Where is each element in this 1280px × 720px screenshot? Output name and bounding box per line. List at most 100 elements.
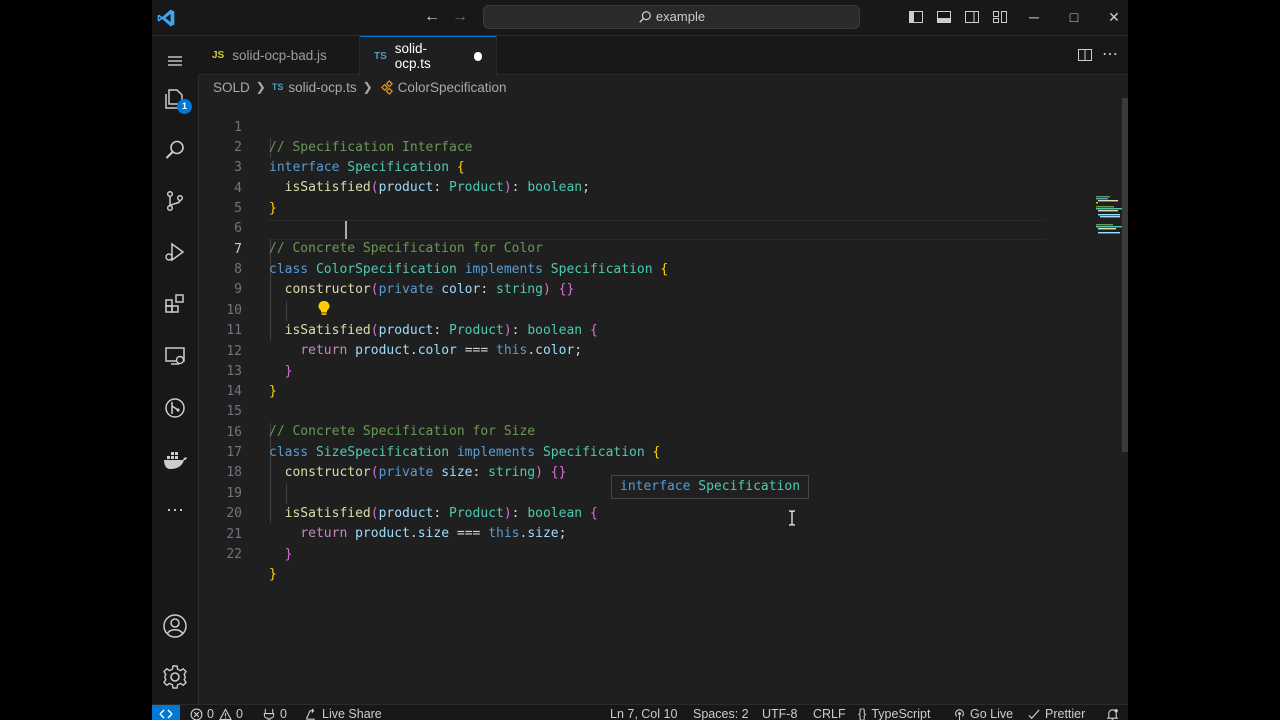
go-live-button[interactable]: Go Live bbox=[953, 706, 1013, 720]
cursor-position[interactable]: Ln 7, Col 10 bbox=[610, 706, 677, 720]
accounts-icon[interactable] bbox=[159, 610, 191, 642]
code-line: 15 // Concrete Specification for Size bbox=[198, 382, 1048, 439]
code-line: 4 } bbox=[198, 159, 1048, 216]
live-share-button[interactable]: Live Share bbox=[304, 706, 382, 720]
code-line: 5 bbox=[198, 179, 1048, 216]
text-cursor-ibeam-icon bbox=[789, 510, 795, 526]
code-line: 3 isSatisfied(product: Product): boolean… bbox=[198, 138, 1048, 195]
code-line: 22 } bbox=[198, 525, 1048, 582]
explorer-badge: 1 bbox=[177, 99, 192, 114]
chevron-right-icon: ❯ bbox=[255, 80, 266, 94]
settings-gear-icon[interactable] bbox=[159, 661, 191, 693]
tab-solid-ocp-bad-js[interactable]: JS solid-ocp-bad.js bbox=[198, 36, 360, 74]
editor-tab-bar: JS solid-ocp-bad.js TS solid-ocp.ts ⋯ bbox=[198, 36, 1128, 75]
maximize-icon[interactable]: □ bbox=[1064, 7, 1084, 27]
broadcast-icon bbox=[955, 708, 964, 720]
forward-arrow-icon[interactable]: → bbox=[451, 8, 469, 26]
typescript-file-icon: TS bbox=[374, 50, 387, 62]
split-editor-icon[interactable] bbox=[1077, 47, 1093, 63]
close-window-icon[interactable]: ✕ bbox=[1104, 7, 1124, 27]
problems-indicator[interactable]: 0 0 bbox=[190, 706, 243, 720]
explorer-icon[interactable]: 1 bbox=[159, 83, 192, 115]
search-text: example bbox=[655, 9, 706, 24]
chevron-right-icon: ❯ bbox=[362, 80, 373, 94]
run-debug-icon[interactable] bbox=[159, 236, 191, 268]
search-view-icon[interactable] bbox=[159, 134, 191, 166]
ports-count: 0 bbox=[280, 707, 287, 720]
language-text: TypeScript bbox=[871, 707, 931, 720]
search-icon bbox=[639, 11, 651, 23]
encoding[interactable]: UTF-8 bbox=[762, 706, 797, 720]
warning-icon bbox=[218, 707, 232, 720]
code-line: 16 class SizeSpecification implements Sp… bbox=[198, 403, 1048, 460]
tab-solid-ocp-ts[interactable]: TS solid-ocp.ts bbox=[360, 36, 497, 75]
activity-bar: 1 ⋯ bbox=[152, 36, 199, 704]
code-line: 2 interface Specification { bbox=[198, 118, 1048, 175]
lightbulb-icon[interactable] bbox=[317, 300, 331, 316]
code-line: 14 bbox=[198, 362, 1048, 399]
indentation[interactable]: Spaces: 2 bbox=[693, 706, 749, 720]
class-symbol-icon bbox=[380, 79, 393, 95]
more-actions-icon[interactable]: ⋯ bbox=[1102, 44, 1118, 64]
vertical-scrollbar[interactable] bbox=[1122, 98, 1128, 452]
code-line: 8 constructor(private color: string) {} bbox=[198, 240, 1048, 297]
code-line: 1 // Specification Interface bbox=[198, 98, 1048, 155]
error-count: 0 bbox=[207, 707, 214, 720]
menu-icon[interactable] bbox=[159, 45, 191, 77]
vscode-window: ← → example ─ □ ✕ 1 ⋯ JS solid-ocp-bad.j… bbox=[152, 0, 1128, 720]
prettier-button[interactable]: Prettier bbox=[1028, 706, 1085, 720]
prettier-label: Prettier bbox=[1045, 707, 1086, 720]
typescript-file-icon: TS bbox=[271, 82, 284, 92]
back-arrow-icon[interactable]: ← bbox=[423, 8, 441, 26]
toggle-secondary-sidebar-icon[interactable] bbox=[964, 9, 980, 25]
unsaved-dot-icon[interactable] bbox=[473, 51, 482, 61]
vscode-logo-icon bbox=[157, 9, 175, 27]
live-share-label: Live Share bbox=[322, 707, 382, 720]
minimize-icon[interactable]: ─ bbox=[1024, 7, 1044, 27]
code-line: 7 class ColorSpecification implements Sp… bbox=[198, 220, 1048, 277]
indentation-text: Spaces: 2 bbox=[693, 707, 749, 720]
git-graph-icon[interactable] bbox=[159, 392, 191, 424]
ports-indicator[interactable]: 0 bbox=[262, 706, 287, 720]
notifications-bell-icon[interactable] bbox=[1106, 706, 1123, 720]
breadcrumb-folder[interactable]: SOLD bbox=[213, 80, 250, 95]
ports-icon bbox=[263, 708, 275, 720]
breadcrumb: SOLD ❯ TS solid-ocp.ts ❯ ColorSpecificat… bbox=[213, 77, 507, 97]
eol-text: CRLF bbox=[813, 707, 846, 720]
source-control-icon[interactable] bbox=[159, 185, 191, 217]
toggle-panel-icon[interactable] bbox=[936, 9, 952, 25]
encoding-text: UTF-8 bbox=[762, 707, 798, 720]
breadcrumb-symbol[interactable]: ColorSpecification bbox=[398, 80, 507, 95]
line-number: 22 bbox=[226, 547, 242, 562]
go-live-label: Go Live bbox=[970, 707, 1014, 720]
cursor-position-text: Ln 7, Col 10 bbox=[610, 707, 678, 720]
more-views-icon[interactable]: ⋯ bbox=[159, 494, 191, 526]
code-line: 13 } bbox=[198, 342, 1048, 399]
remote-explorer-icon[interactable] bbox=[159, 340, 191, 372]
double-check-icon bbox=[1028, 708, 1040, 719]
braces-icon: {} bbox=[858, 707, 867, 720]
end-of-line[interactable]: CRLF bbox=[813, 706, 846, 720]
javascript-file-icon: JS bbox=[212, 49, 225, 61]
error-icon bbox=[190, 708, 203, 720]
hover-tooltip: interface Specification bbox=[611, 475, 810, 499]
extensions-icon[interactable] bbox=[159, 288, 191, 320]
code-line: 9 bbox=[198, 260, 1048, 297]
command-center-search[interactable]: example bbox=[483, 5, 860, 29]
code-line: 12 } bbox=[198, 322, 1048, 379]
toggle-primary-sidebar-icon[interactable] bbox=[908, 9, 924, 25]
language-mode[interactable]: {} TypeScript bbox=[858, 706, 930, 720]
customize-layout-icon[interactable] bbox=[992, 9, 1008, 25]
title-bar: ← → example ─ □ ✕ bbox=[152, 0, 1128, 36]
warning-count: 0 bbox=[235, 707, 243, 720]
tab-label: solid-ocp.ts bbox=[394, 41, 431, 71]
docker-icon[interactable] bbox=[159, 444, 191, 476]
code-line: 6 // Concrete Specification for Color bbox=[198, 199, 1048, 256]
remote-indicator-icon[interactable] bbox=[152, 705, 180, 720]
code-editor[interactable]: 1 // Specification Interface 2 interface… bbox=[198, 98, 1128, 704]
breadcrumb-file[interactable]: solid-ocp.ts bbox=[288, 80, 356, 95]
code-line: 10 isSatisfied(product: Product): boolea… bbox=[198, 281, 1048, 338]
tab-label: solid-ocp-bad.js bbox=[232, 47, 327, 63]
text-cursor bbox=[345, 221, 347, 239]
code-line: 17 constructor(private size: string) {} bbox=[198, 423, 1048, 480]
